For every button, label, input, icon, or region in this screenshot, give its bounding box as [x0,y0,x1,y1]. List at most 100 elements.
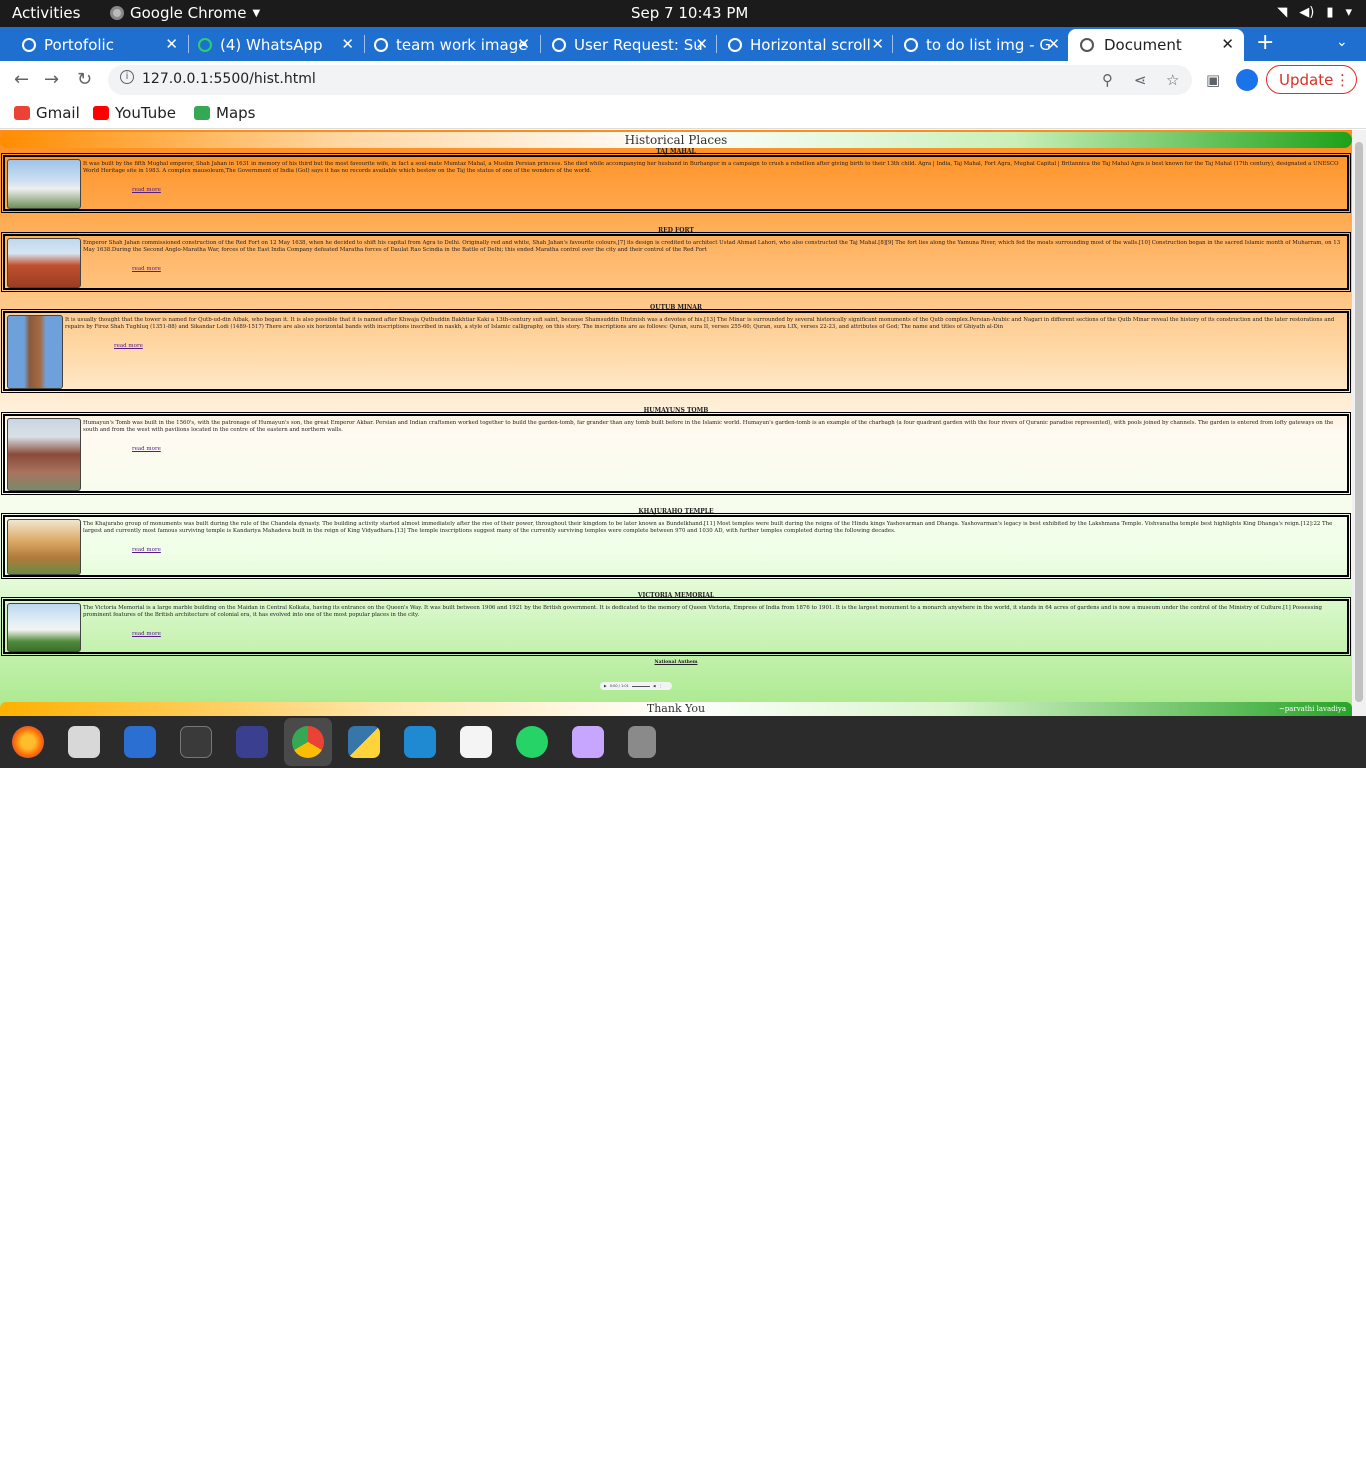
clock[interactable]: Sep 7 10:43 PM [631,4,748,22]
tab-to-do-list[interactable]: to do list img - G ✕ [904,29,1064,61]
audio-player[interactable]: ▶ 0:00 / 1:01 ◀ ⋮ [600,682,672,690]
python-icon[interactable] [348,726,380,758]
forward-button[interactable]: → [44,69,59,90]
read-more-link[interactable]: read more [132,446,161,452]
app-menu[interactable]: Google Chrome ▼ [110,4,260,22]
maps-icon [194,106,210,120]
tab-label: Portofolic [44,36,114,54]
tab-label: Horizontal scroll [750,36,871,54]
wifi-icon: ◥ [1277,5,1288,20]
tab-horizontal-scroll[interactable]: Horizontal scroll ✕ [728,29,888,61]
place-card: It was built by the fifth Mughal emperor… [1,153,1351,213]
google-icon [374,38,388,52]
bookmark-youtube[interactable]: YouTube [93,104,176,122]
terminal-icon[interactable] [180,726,212,758]
share-icon[interactable]: ⋖ [1134,71,1147,89]
play-icon[interactable]: ▶ [604,684,607,688]
read-more-link[interactable]: read more [132,266,161,272]
close-icon[interactable]: ✕ [871,35,884,53]
section-title: KHAJURAHO TEMPLE [638,508,714,515]
kebab-menu-icon[interactable]: ⋮ [1335,71,1350,89]
place-card: Emperor Shah Jahan commissioned construc… [1,232,1351,292]
place-card: It is usually thought that the tower is … [1,309,1351,393]
files-icon[interactable] [68,726,100,758]
chevron-down-icon: ▼ [252,7,261,19]
update-button[interactable]: Update ⋮ [1266,65,1357,94]
tab-team-work-image[interactable]: team work image ✕ [374,29,534,61]
read-more-link[interactable]: read more [132,547,161,553]
address-bar[interactable]: i 127.0.0.1:5500/hist.html ⚲ ⋖ ☆ [108,65,1192,95]
side-panel-icon[interactable]: ▣ [1206,71,1220,89]
tab-divider [892,35,893,53]
scrollbar-thumb[interactable] [1355,142,1363,702]
chrome-dock-slot[interactable] [284,718,332,766]
section-text: It is usually thought that the tower is … [65,317,1335,330]
kebab-menu-icon[interactable]: ⋮ [659,684,663,688]
gmail-icon [14,106,30,120]
close-icon[interactable]: ✕ [341,35,354,53]
place-card: Humayun's Tomb was built in the 1560's, … [1,412,1351,495]
youtube-icon [93,106,109,120]
writer-icon[interactable] [124,726,156,758]
volume-icon[interactable]: ◀ [653,684,656,688]
tab-whatsapp[interactable]: (4) WhatsApp ✕ [198,29,358,61]
zoom-icon[interactable]: ⚲ [1102,71,1113,89]
close-icon[interactable]: ✕ [517,35,530,53]
new-tab-button[interactable]: + [1256,30,1274,55]
software-icon[interactable] [572,726,604,758]
read-more-link[interactable]: read more [132,187,161,193]
section-title: RED FORT [658,227,694,234]
archive-icon[interactable] [628,726,656,758]
bookmark-maps[interactable]: Maps [194,104,255,122]
text-editor-icon[interactable] [460,726,492,758]
texmaker-icon[interactable] [236,726,268,758]
google-icon [904,38,918,52]
tab-search-chevron-icon[interactable]: ⌄ [1336,34,1348,50]
tab-user-request[interactable]: User Request: Su ✕ [552,29,712,61]
vscode-icon[interactable] [404,726,436,758]
tab-label: team work image [396,36,528,54]
taskbar-dock [0,716,1366,1468]
close-icon[interactable]: ✕ [1221,35,1234,53]
chevron-down-icon: ▾ [1345,5,1352,20]
close-icon[interactable]: ✕ [165,35,178,53]
reload-button[interactable]: ↻ [77,69,92,90]
read-more-link[interactable]: read more [132,631,161,637]
firefox-icon[interactable] [12,726,44,758]
back-button[interactable]: ← [14,69,29,90]
info-icon[interactable]: i [120,70,134,84]
section-text: The Khajuraho group of monuments was bui… [83,521,1333,534]
profile-avatar[interactable] [1236,69,1258,91]
system-tray[interactable]: ◥ ◀) ▮ ▾ [1277,5,1352,20]
system-top-bar: Activities Google Chrome ▼ Sep 7 10:43 P… [0,0,1366,27]
close-icon[interactable]: ✕ [1047,35,1060,53]
audio-progress[interactable] [631,685,650,687]
bookmarks-bar: Gmail YouTube Maps [0,99,1366,129]
section-title: QUTUB MINAR [650,304,702,311]
tab-portfolio[interactable]: Portofolic ✕ [22,29,182,61]
victoria-memorial-image [7,603,81,652]
whatsapp-icon[interactable] [516,726,548,758]
bookmark-gmail[interactable]: Gmail [14,104,80,122]
tab-document[interactable]: Document ✕ [1068,29,1244,61]
credit-text: ~parvathi lavadiya [1278,705,1346,713]
tab-divider [540,35,541,53]
bookmark-star-icon[interactable]: ☆ [1166,71,1179,89]
globe-icon [22,38,36,52]
close-icon[interactable]: ✕ [695,35,708,53]
url-text[interactable]: 127.0.0.1:5500/hist.html [142,71,316,87]
activities-button[interactable]: Activities [12,4,80,22]
read-more-link[interactable]: read more [114,343,143,349]
battery-icon: ▮ [1326,5,1334,20]
browser-toolbar: ← → ↻ i 127.0.0.1:5500/hist.html ⚲ ⋖ ☆ ▣… [0,61,1366,99]
humayuns-tomb-image [7,418,81,491]
place-card: The Khajuraho group of monuments was bui… [1,513,1351,579]
show-apps-grid-icon[interactable] [1326,1446,1348,1468]
whatsapp-icon [198,38,212,52]
footer-text: Thank You [646,702,706,715]
tab-label: User Request: Su [574,36,703,54]
page-scrollbar[interactable] [1352,130,1366,716]
bookmark-label: Gmail [36,104,80,122]
khajuraho-temple-image [7,519,81,575]
place-card: The Victoria Memorial is a large marble … [1,597,1351,656]
